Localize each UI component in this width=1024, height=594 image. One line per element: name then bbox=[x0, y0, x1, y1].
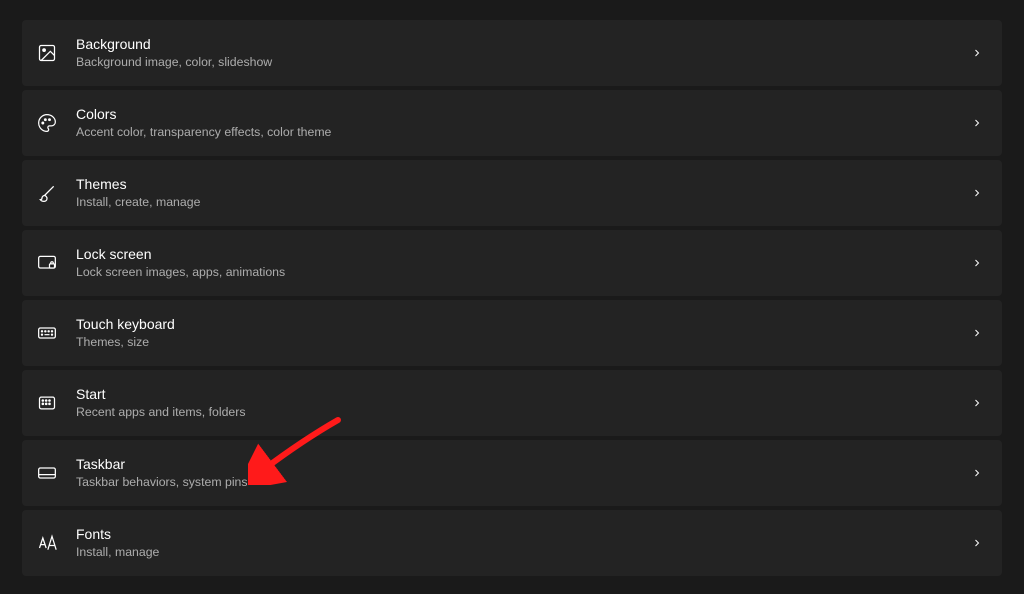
fonts-icon bbox=[36, 532, 58, 554]
settings-item-touchkeyboard[interactable]: Touch keyboard Themes, size bbox=[22, 300, 1002, 366]
item-subtitle: Lock screen images, apps, animations bbox=[76, 265, 970, 281]
item-text: Themes Install, create, manage bbox=[76, 175, 970, 211]
item-text: Fonts Install, manage bbox=[76, 525, 970, 561]
chevron-right-icon bbox=[970, 116, 984, 130]
taskbar-icon bbox=[36, 462, 58, 484]
settings-item-fonts[interactable]: Fonts Install, manage bbox=[22, 510, 1002, 576]
item-text: Touch keyboard Themes, size bbox=[76, 315, 970, 351]
item-title: Fonts bbox=[76, 525, 970, 543]
item-title: Touch keyboard bbox=[76, 315, 970, 333]
settings-item-start[interactable]: Start Recent apps and items, folders bbox=[22, 370, 1002, 436]
item-subtitle: Taskbar behaviors, system pins bbox=[76, 475, 970, 491]
item-text: Colors Accent color, transparency effect… bbox=[76, 105, 970, 141]
item-subtitle: Recent apps and items, folders bbox=[76, 405, 970, 421]
item-subtitle: Install, manage bbox=[76, 545, 970, 561]
item-text: Lock screen Lock screen images, apps, an… bbox=[76, 245, 970, 281]
lock-screen-icon bbox=[36, 252, 58, 274]
chevron-right-icon bbox=[970, 396, 984, 410]
chevron-right-icon bbox=[970, 186, 984, 200]
settings-item-lockscreen[interactable]: Lock screen Lock screen images, apps, an… bbox=[22, 230, 1002, 296]
start-grid-icon bbox=[36, 392, 58, 414]
item-title: Themes bbox=[76, 175, 970, 193]
palette-icon bbox=[36, 112, 58, 134]
item-text: Start Recent apps and items, folders bbox=[76, 385, 970, 421]
item-title: Background bbox=[76, 35, 970, 53]
item-title: Lock screen bbox=[76, 245, 970, 263]
item-subtitle: Themes, size bbox=[76, 335, 970, 351]
item-text: Taskbar Taskbar behaviors, system pins bbox=[76, 455, 970, 491]
personalization-settings-list: Background Background image, color, slid… bbox=[22, 20, 1002, 576]
settings-item-colors[interactable]: Colors Accent color, transparency effect… bbox=[22, 90, 1002, 156]
chevron-right-icon bbox=[970, 326, 984, 340]
chevron-right-icon bbox=[970, 466, 984, 480]
settings-item-background[interactable]: Background Background image, color, slid… bbox=[22, 20, 1002, 86]
item-subtitle: Background image, color, slideshow bbox=[76, 55, 970, 71]
keyboard-icon bbox=[36, 322, 58, 344]
item-title: Taskbar bbox=[76, 455, 970, 473]
item-title: Start bbox=[76, 385, 970, 403]
brush-icon bbox=[36, 182, 58, 204]
image-icon bbox=[36, 42, 58, 64]
settings-item-themes[interactable]: Themes Install, create, manage bbox=[22, 160, 1002, 226]
item-title: Colors bbox=[76, 105, 970, 123]
chevron-right-icon bbox=[970, 46, 984, 60]
item-subtitle: Accent color, transparency effects, colo… bbox=[76, 125, 970, 141]
chevron-right-icon bbox=[970, 536, 984, 550]
item-text: Background Background image, color, slid… bbox=[76, 35, 970, 71]
item-subtitle: Install, create, manage bbox=[76, 195, 970, 211]
chevron-right-icon bbox=[970, 256, 984, 270]
settings-item-taskbar[interactable]: Taskbar Taskbar behaviors, system pins bbox=[22, 440, 1002, 506]
